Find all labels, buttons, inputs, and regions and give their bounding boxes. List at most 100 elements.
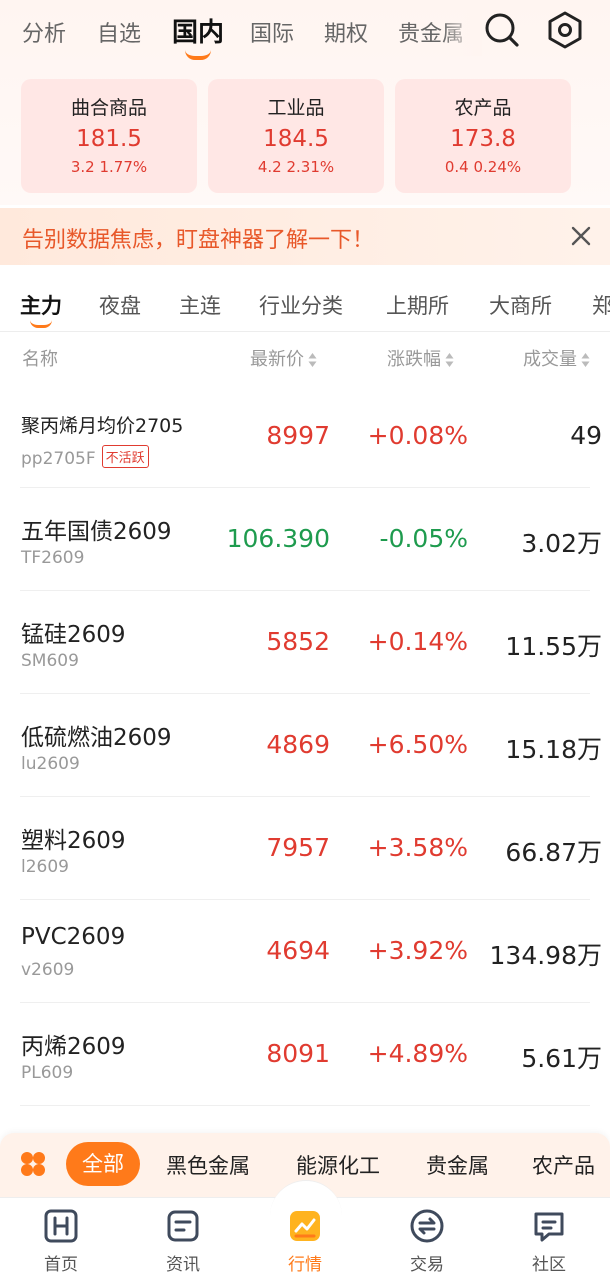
tab-analysis[interactable]: 分析 <box>22 16 66 48</box>
table-row[interactable]: 丙烯2609 PL609 8091 +4.89% 5.61万 <box>0 1003 610 1106</box>
filter-all[interactable]: 全部 <box>66 1142 140 1186</box>
last-price: 4869 <box>266 730 330 759</box>
contract-name: 锰硅2609 <box>21 622 126 648</box>
volume: 5.61万 <box>521 1044 602 1073</box>
volume: 49 <box>570 421 602 450</box>
contract-name: 低硫燃油2609 <box>21 725 172 751</box>
contract-name: 聚丙烯月均价2705 <box>21 415 184 437</box>
nav-market[interactable]: 行情 <box>244 1198 366 1280</box>
nav-trade[interactable]: 交易 <box>366 1198 488 1280</box>
volume: 15.18万 <box>505 735 602 764</box>
change-percent: +0.14% <box>367 627 468 656</box>
index-name: 工业品 <box>267 97 325 119</box>
tab-international[interactable]: 国际 <box>250 16 294 48</box>
nav-label: 资讯 <box>166 1255 200 1275</box>
row-divider <box>20 1105 590 1106</box>
last-price: 4694 <box>266 936 330 965</box>
tab-active-indicator <box>185 50 211 60</box>
category-tabs: 主力 夜盘 主连 行业分类 上期所 大商所 郑 <box>0 272 610 332</box>
column-header-label: 成交量 <box>523 349 577 370</box>
filter-ferrous[interactable]: 黑色金属 <box>166 1150 250 1180</box>
contract-code: SM609 <box>21 651 79 671</box>
search-icon[interactable] <box>482 10 522 50</box>
index-change: 0.4 0.24% <box>444 158 522 176</box>
index-change: 4.2 2.31% <box>257 158 335 176</box>
tab-continuous[interactable]: 主连 <box>179 290 221 320</box>
last-price: 106.390 <box>226 524 330 553</box>
contract-name: 丙烯2609 <box>21 1034 126 1060</box>
nav-news[interactable]: 资讯 <box>122 1198 244 1280</box>
filter-precious[interactable]: 贵金属 <box>426 1150 489 1180</box>
contract-name: 五年国债2609 <box>21 519 172 545</box>
table-row[interactable]: 聚丙烯月均价2705 pp2705F 不活跃 8997 +0.08% 49 <box>0 385 610 488</box>
tab-shfe[interactable]: 上期所 <box>386 290 449 320</box>
last-price: 8997 <box>266 421 330 450</box>
nav-community[interactable]: 社区 <box>488 1198 610 1280</box>
index-value: 184.5 <box>263 126 329 152</box>
volume: 66.87万 <box>505 838 602 867</box>
grid-menu-icon[interactable] <box>18 1149 48 1179</box>
sort-icon <box>445 353 454 367</box>
column-header-label: 最新价 <box>250 349 304 370</box>
tab-main[interactable]: 主力 <box>20 290 62 320</box>
tab-dce[interactable]: 大商所 <box>489 290 552 320</box>
index-card-industrial[interactable]: 工业品 184.5 4.2 2.31% <box>208 79 384 193</box>
divider <box>0 331 610 332</box>
index-value: 181.5 <box>76 126 142 152</box>
contract-name: 塑料2609 <box>21 828 126 854</box>
contract-name: PVC2609 <box>21 924 126 950</box>
volume: 134.98万 <box>489 941 602 970</box>
news-icon <box>167 1210 199 1242</box>
table-row[interactable]: 锰硅2609 SM609 5852 +0.14% 11.55万 <box>0 591 610 694</box>
sort-icon <box>308 353 317 367</box>
index-card-agricultural[interactable]: 农产品 173.8 0.4 0.24% <box>395 79 571 193</box>
tab-industry[interactable]: 行业分类 <box>259 290 343 320</box>
promo-banner[interactable]: 告别数据焦虑，盯盘神器了解一下！ <box>0 208 610 265</box>
settings-icon[interactable] <box>545 10 585 50</box>
tabs-fade <box>442 10 482 56</box>
volume: 3.02万 <box>521 529 602 558</box>
tab-domestic[interactable]: 国内 <box>172 12 224 49</box>
nav-home[interactable]: 首页 <box>0 1198 122 1280</box>
change-percent: +6.50% <box>367 730 468 759</box>
index-card-composite[interactable]: 曲合商品 181.5 3.2 1.77% <box>21 79 197 193</box>
tab-options[interactable]: 期权 <box>324 16 368 48</box>
table-row[interactable]: 塑料2609 l2609 7957 +3.58% 66.87万 <box>0 797 610 900</box>
last-price: 8091 <box>266 1039 330 1068</box>
nav-label: 首页 <box>44 1255 78 1275</box>
column-header-label: 涨跌幅 <box>387 349 441 370</box>
volume: 11.55万 <box>505 632 602 661</box>
column-header-price[interactable]: 最新价 <box>250 345 317 371</box>
contract-code: v2609 <box>21 960 75 980</box>
last-price: 5852 <box>266 627 330 656</box>
close-icon[interactable] <box>568 223 594 249</box>
tab-czce[interactable]: 郑 <box>592 290 610 320</box>
tab-night[interactable]: 夜盘 <box>99 290 141 320</box>
contract-code: lu2609 <box>21 754 80 774</box>
change-percent: +3.92% <box>367 936 468 965</box>
tab-watchlist[interactable]: 自选 <box>97 16 141 48</box>
contract-code: TF2609 <box>21 548 85 568</box>
column-header-volume[interactable]: 成交量 <box>523 345 590 371</box>
category-active-indicator <box>30 320 52 328</box>
column-header-change[interactable]: 涨跌幅 <box>387 345 454 371</box>
nav-label: 交易 <box>410 1255 444 1275</box>
trade-icon <box>410 1209 444 1243</box>
index-name: 农产品 <box>454 97 512 119</box>
index-change: 3.2 1.77% <box>70 158 148 176</box>
change-percent: +3.58% <box>367 833 468 862</box>
contract-code: l2609 <box>21 857 69 877</box>
index-name: 曲合商品 <box>70 97 147 119</box>
market-icon <box>290 1211 320 1241</box>
table-row[interactable]: 五年国债2609 TF2609 106.390 -0.05% 3.02万 <box>0 488 610 591</box>
filter-energy-chemical[interactable]: 能源化工 <box>296 1150 380 1180</box>
inactive-badge: 不活跃 <box>101 445 149 468</box>
community-icon <box>534 1212 564 1242</box>
change-percent: +4.89% <box>367 1039 468 1068</box>
table-row[interactable]: 低硫燃油2609 lu2609 4869 +6.50% 15.18万 <box>0 694 610 797</box>
banner-text: 告别数据焦虑，盯盘神器了解一下！ <box>22 228 375 253</box>
filter-agricultural[interactable]: 农产品 <box>532 1150 595 1180</box>
table-row[interactable]: PVC2609 v2609 4694 +3.92% 134.98万 <box>0 900 610 1003</box>
column-header-name: 名称 <box>22 349 58 370</box>
home-icon <box>44 1209 78 1243</box>
